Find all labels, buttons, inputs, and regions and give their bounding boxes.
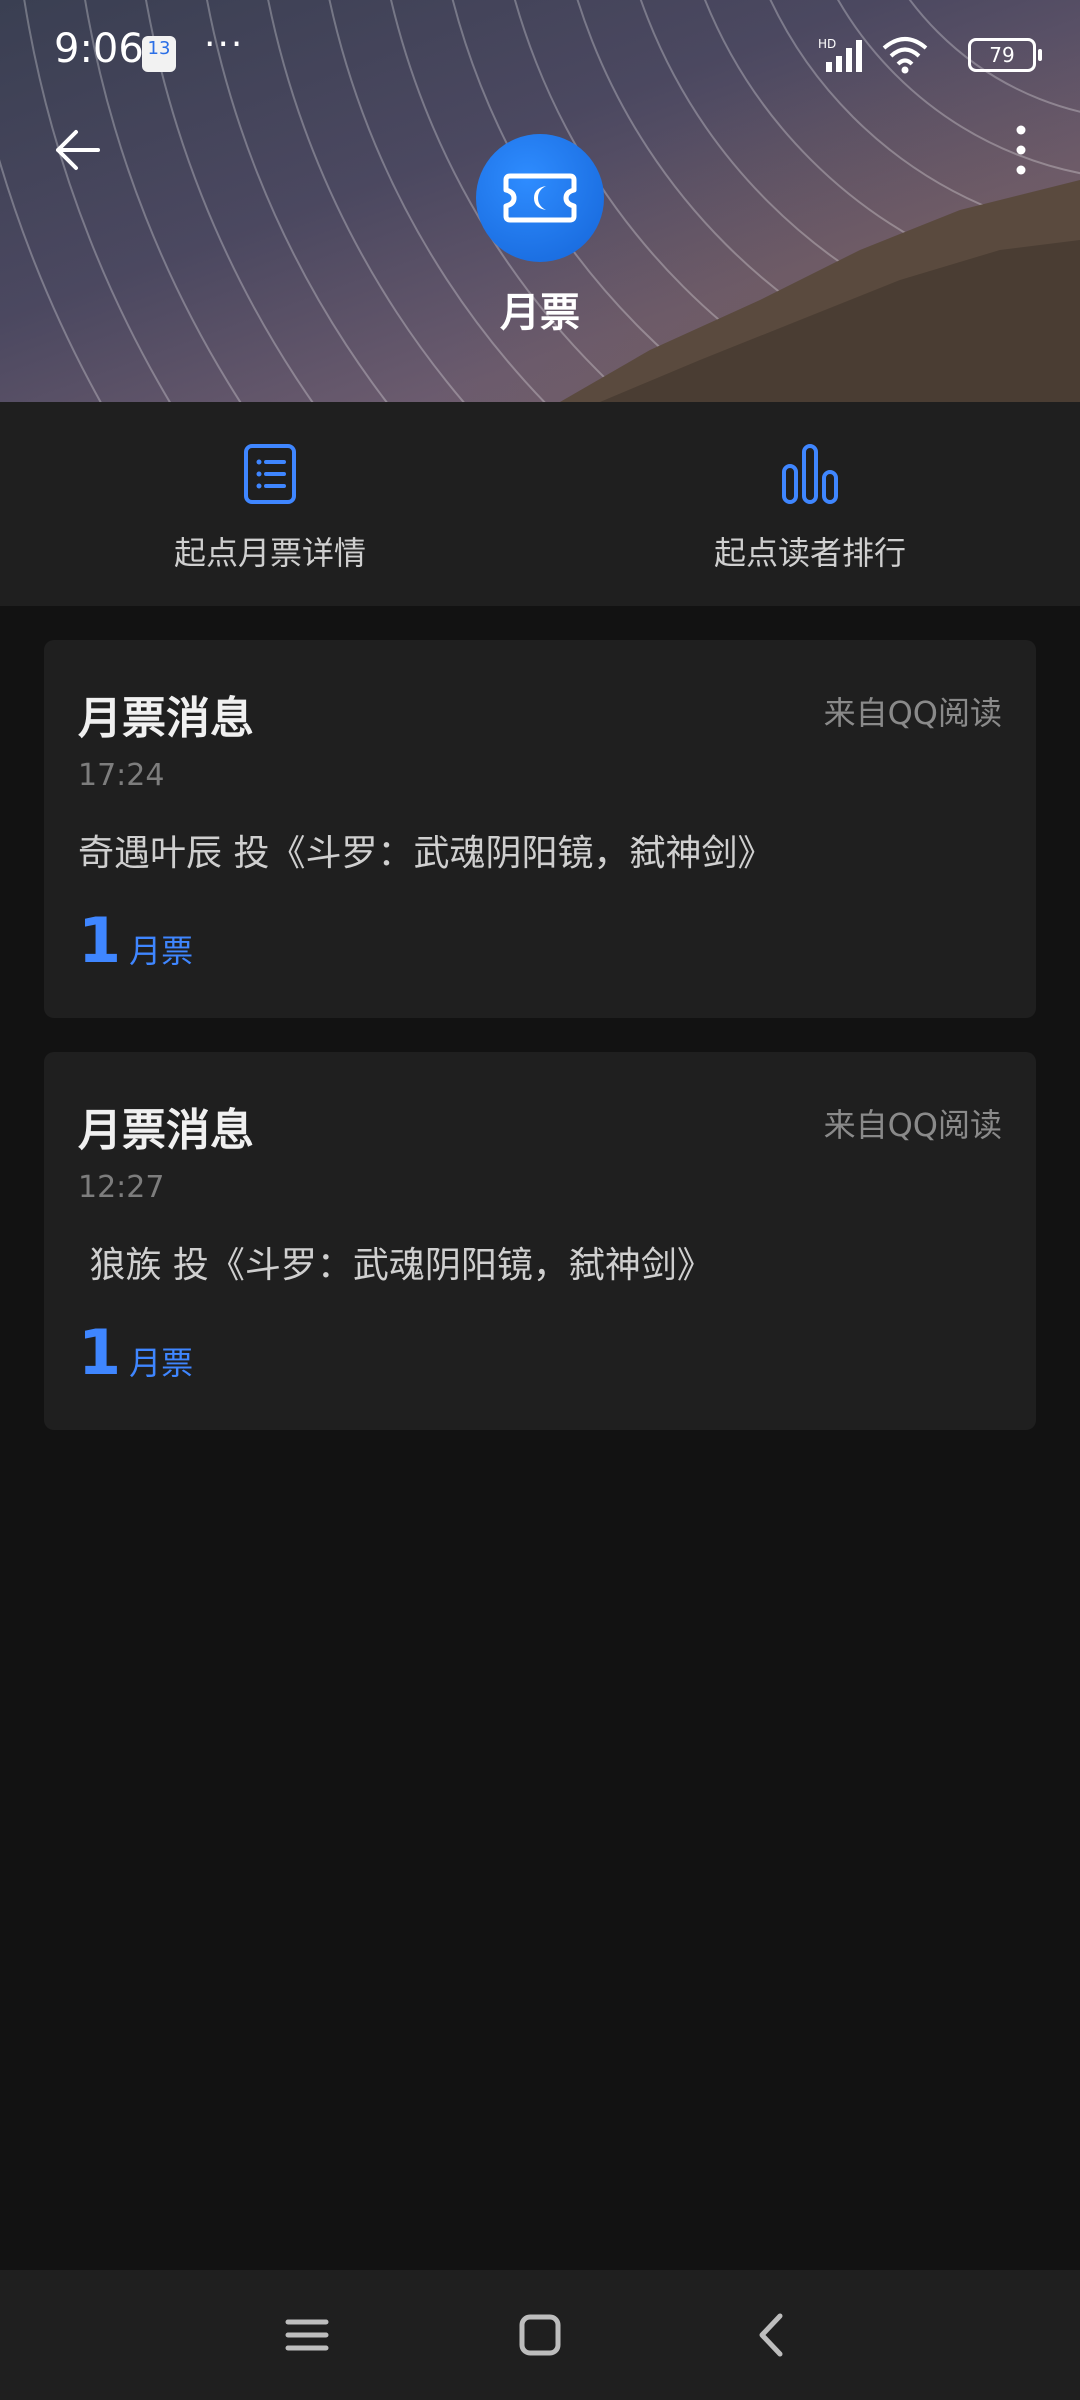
reader-ranking-button[interactable]: 起点读者排行 [540,402,1080,606]
ticket-count-number: 1 [78,904,122,977]
system-nav-bar [0,2270,1080,2400]
card-message: 奇遇叶辰 投《斗罗：武魂阴阳镜，弑神剑》 [78,833,774,874]
home-square-icon[interactable] [505,2300,575,2370]
wifi-icon [882,37,928,74]
ticket-count-unit: 月票 [129,932,194,970]
card-message: 狼族 投《斗罗：武魂阴阳镜，弑神剑》 [78,1245,713,1286]
ticket-count: 1 月票 [78,904,193,977]
action-label: 起点读者排行 [713,534,906,572]
back-arrow-icon[interactable] [48,120,108,180]
card-time: 17:24 [78,758,165,793]
ticket-count-number: 1 [78,1316,122,1389]
signal-icon: HD [818,37,862,72]
quick-actions: 起点月票详情 起点读者排行 [0,402,1080,606]
calendar-badge-icon: 13 [142,36,176,72]
ticket-count-unit: 月票 [129,1344,194,1382]
bar-chart-icon [782,444,838,504]
action-label: 起点月票详情 [173,534,366,572]
status-time: 9:06 [54,26,144,72]
message-card[interactable]: 月票消息 来自QQ阅读 17:24 奇遇叶辰 投《斗罗：武魂阴阳镜，弑神剑》 1… [44,640,1036,1018]
ticket-moon-icon [476,134,604,262]
back-chevron-icon[interactable] [738,2300,808,2370]
status-bar: 9:06 13 ··· HD 79 [0,0,1080,110]
card-source: 来自QQ阅读 [823,1106,1002,1144]
more-vertical-icon[interactable] [1006,120,1036,180]
battery-icon: 79 [968,38,1042,72]
header-banner: 9:06 13 ··· HD 79 月票 [0,0,1080,402]
card-source: 来自QQ阅读 [823,694,1002,732]
ticket-count: 1 月票 [78,1316,193,1389]
page-title: 月票 [500,290,580,336]
notification-more-icon: ··· [204,24,245,65]
menu-icon[interactable] [272,2300,342,2370]
card-time: 12:27 [78,1170,165,1205]
message-card[interactable]: 月票消息 来自QQ阅读 12:27 狼族 投《斗罗：武魂阴阳镜，弑神剑》 1 月票 [44,1052,1036,1430]
card-title: 月票消息 [78,1105,254,1156]
list-document-icon [244,444,296,504]
signal-hd-label: HD [818,37,836,51]
monthly-ticket-details-button[interactable]: 起点月票详情 [0,402,540,606]
card-title: 月票消息 [78,693,254,744]
